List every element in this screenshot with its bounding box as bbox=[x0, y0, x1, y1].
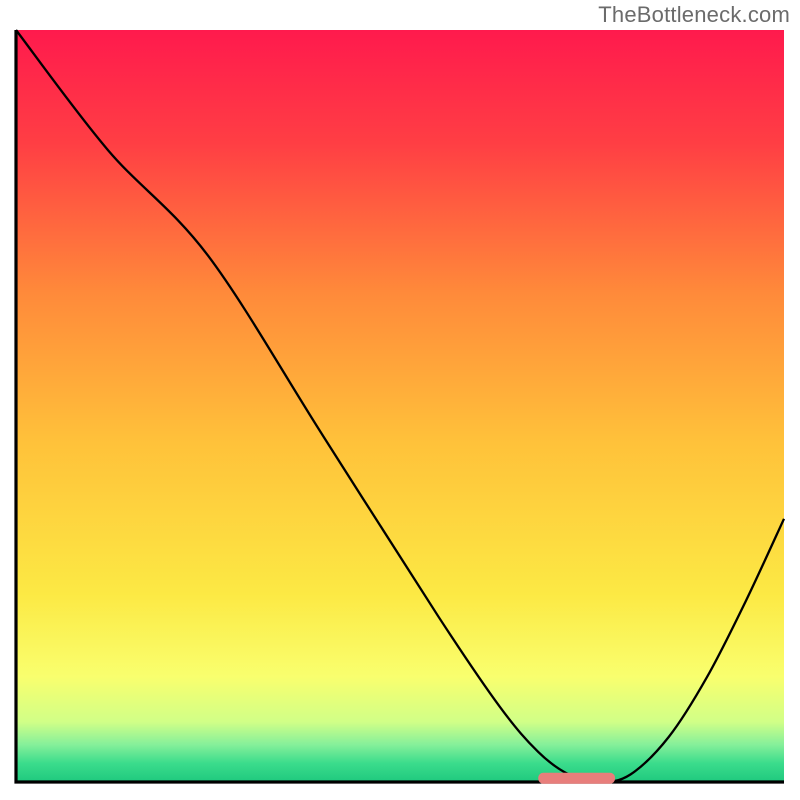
optimal-range-marker bbox=[538, 773, 615, 784]
watermark-text: TheBottleneck.com bbox=[598, 2, 790, 28]
gradient-background bbox=[16, 30, 784, 782]
chart-svg bbox=[10, 28, 790, 790]
chart-frame: TheBottleneck.com bbox=[0, 0, 800, 800]
plot-area bbox=[10, 28, 790, 790]
